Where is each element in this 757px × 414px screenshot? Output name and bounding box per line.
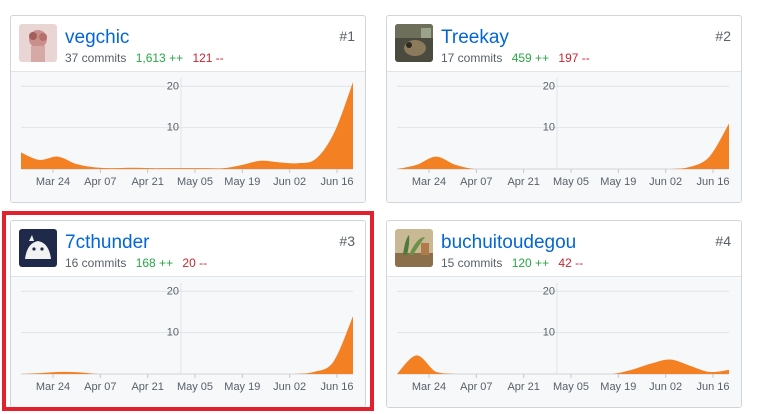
deletions-count: 121 -- bbox=[192, 51, 224, 65]
deletions-count: 197 -- bbox=[558, 51, 590, 65]
commit-chart: 10 20 Mar 24 Apr 07 Apr 21 May 05 May 19 Jun 02… bbox=[387, 72, 741, 202]
contributor-rank: #1 bbox=[339, 28, 355, 44]
x-tick-label: May 05 bbox=[177, 176, 213, 188]
y-tick-label: 20 bbox=[543, 285, 555, 297]
commit-chart-svg: 10 20 Mar 24 Apr 07 Apr 21 May 05 May 19 Jun 02… bbox=[21, 283, 354, 393]
contributor-rank: #4 bbox=[715, 233, 731, 249]
commit-chart-svg: 10 20 Mar 24 Apr 07 Apr 21 May 05 May 19 Jun 02… bbox=[21, 78, 354, 188]
contributor-header: vegchic 37 commits 1,613 ++ 121 -- #1 bbox=[11, 16, 365, 72]
contributor-rank: #3 bbox=[339, 233, 355, 249]
commit-chart: 10 20 Mar 24 Apr 07 Apr 21 May 05 May 19 Jun 02… bbox=[11, 277, 365, 407]
vegchic-avatar-icon[interactable] bbox=[19, 24, 57, 62]
x-tick-label: Mar 24 bbox=[412, 381, 446, 393]
additions-count: 168 ++ bbox=[135, 256, 174, 270]
x-tick-label: May 19 bbox=[224, 381, 260, 393]
7cthunder-avatar-icon[interactable] bbox=[19, 229, 57, 267]
contributor-header: Treekay 17 commits 459 ++ 197 -- #2 bbox=[387, 16, 741, 72]
x-tick-label: Apr 21 bbox=[131, 176, 163, 188]
contributor-username[interactable]: 7cthunder bbox=[65, 233, 150, 252]
x-tick-label: Mar 24 bbox=[36, 381, 70, 393]
y-tick-label: 10 bbox=[167, 327, 179, 339]
x-tick-label: May 05 bbox=[553, 381, 589, 393]
commit-count: 37 commits bbox=[65, 51, 127, 65]
commit-count: 16 commits bbox=[65, 256, 127, 270]
x-tick-label: Mar 24 bbox=[36, 176, 70, 188]
deletions-count: 42 -- bbox=[558, 256, 584, 270]
contributor-card: 7cthunder 16 commits 168 ++ 20 -- #3 10 2… bbox=[10, 220, 366, 408]
x-tick-label: Apr 21 bbox=[131, 381, 163, 393]
contributor-header: buchuitoudegou 15 commits 120 ++ 42 -- #… bbox=[387, 221, 741, 277]
contributor-stats: 37 commits 1,613 ++ 121 -- bbox=[65, 51, 224, 65]
commit-area bbox=[397, 123, 729, 169]
x-tick-label: Jun 02 bbox=[649, 176, 682, 188]
additions-count: 459 ++ bbox=[511, 51, 550, 65]
commit-chart-svg: 10 20 Mar 24 Apr 07 Apr 21 May 05 May 19 Jun 02… bbox=[397, 78, 730, 188]
x-tick-label: Apr 07 bbox=[460, 381, 492, 393]
treekay-avatar-icon[interactable] bbox=[395, 24, 433, 62]
deletions-count: 20 -- bbox=[182, 256, 208, 270]
contributor-rank: #2 bbox=[715, 28, 731, 44]
x-tick-label: May 19 bbox=[600, 381, 636, 393]
commit-area bbox=[397, 355, 729, 374]
y-tick-label: 20 bbox=[167, 285, 179, 297]
x-tick-label: Apr 07 bbox=[460, 176, 492, 188]
contributor-username[interactable]: vegchic bbox=[65, 28, 129, 47]
x-tick-label: Jun 16 bbox=[320, 381, 353, 393]
x-tick-label: Jun 02 bbox=[273, 381, 306, 393]
additions-count: 120 ++ bbox=[511, 256, 550, 270]
x-tick-label: Jun 02 bbox=[649, 381, 682, 393]
x-tick-label: Jun 16 bbox=[696, 381, 729, 393]
y-tick-label: 10 bbox=[167, 122, 179, 134]
x-tick-label: Jun 16 bbox=[320, 176, 353, 188]
commit-area bbox=[21, 82, 353, 169]
commit-chart: 10 20 Mar 24 Apr 07 Apr 21 May 05 May 19 Jun 02… bbox=[387, 277, 741, 407]
y-tick-label: 20 bbox=[543, 80, 555, 92]
x-tick-label: May 05 bbox=[553, 176, 589, 188]
contributor-stats: 17 commits 459 ++ 197 -- bbox=[441, 51, 590, 65]
x-tick-label: Jun 02 bbox=[273, 176, 306, 188]
commit-area bbox=[21, 316, 353, 374]
commit-count: 15 commits bbox=[441, 256, 503, 270]
x-tick-label: Jun 16 bbox=[696, 176, 729, 188]
contributor-stats: 15 commits 120 ++ 42 -- bbox=[441, 256, 583, 270]
y-tick-label: 10 bbox=[543, 122, 555, 134]
contributor-card: buchuitoudegou 15 commits 120 ++ 42 -- #… bbox=[386, 220, 742, 408]
x-tick-label: Apr 21 bbox=[507, 381, 539, 393]
contributor-username[interactable]: buchuitoudegou bbox=[441, 233, 576, 252]
x-tick-label: Mar 24 bbox=[412, 176, 446, 188]
x-tick-label: May 05 bbox=[177, 381, 213, 393]
y-tick-label: 20 bbox=[167, 80, 179, 92]
x-tick-label: May 19 bbox=[224, 176, 260, 188]
x-tick-label: Apr 07 bbox=[84, 176, 116, 188]
x-tick-label: May 19 bbox=[600, 176, 636, 188]
x-tick-label: Apr 21 bbox=[507, 176, 539, 188]
buchuitoudegou-avatar-icon[interactable] bbox=[395, 229, 433, 267]
commit-chart: 10 20 Mar 24 Apr 07 Apr 21 May 05 May 19 Jun 02… bbox=[11, 72, 365, 202]
contributor-header: 7cthunder 16 commits 168 ++ 20 -- #3 bbox=[11, 221, 365, 277]
y-tick-label: 10 bbox=[543, 327, 555, 339]
contributor-card: Treekay 17 commits 459 ++ 197 -- #2 10 20… bbox=[386, 15, 742, 203]
contributor-stats: 16 commits 168 ++ 20 -- bbox=[65, 256, 207, 270]
commit-chart-svg: 10 20 Mar 24 Apr 07 Apr 21 May 05 May 19 Jun 02… bbox=[397, 283, 730, 393]
additions-count: 1,613 ++ bbox=[135, 51, 184, 65]
x-tick-label: Apr 07 bbox=[84, 381, 116, 393]
contributor-username[interactable]: Treekay bbox=[441, 28, 509, 47]
commit-count: 17 commits bbox=[441, 51, 503, 65]
contributor-card: vegchic 37 commits 1,613 ++ 121 -- #1 10… bbox=[10, 15, 366, 203]
